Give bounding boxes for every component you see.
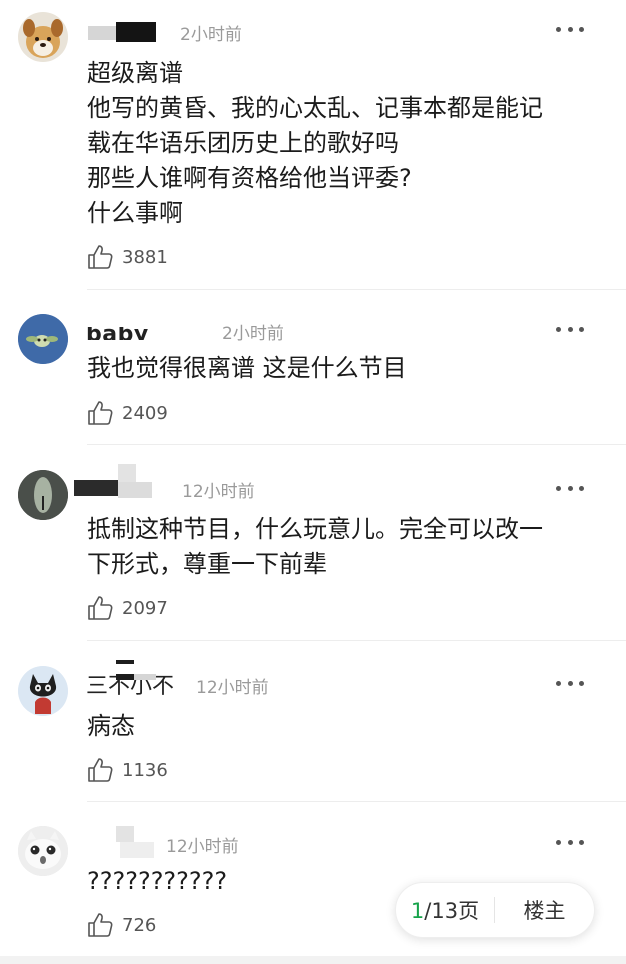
comment-text: 病态 [87,712,135,740]
like-button[interactable]: 726 [87,912,156,938]
username-redaction [86,664,186,674]
more-dots-icon[interactable] [556,483,584,493]
timestamp: 2小时前 [180,25,242,45]
timestamp: 12小时前 [182,482,255,502]
timestamp: 12小时前 [166,837,239,857]
thumbs-up-icon [88,758,113,782]
more-dots-icon[interactable] [556,324,584,334]
like-count: 3881 [122,246,168,268]
username-redaction [116,22,156,42]
comment-text: 抵制这种节目，什么玩意儿。完全可以改一 下形式，尊重一下前辈 [87,515,543,578]
comment-text: 我也觉得很离谱 这是什么节目 [87,354,407,382]
divider [87,444,626,445]
like-count: 726 [122,914,157,936]
divider [87,640,626,641]
total-pages: /13页 [424,899,480,923]
avatar[interactable] [18,314,68,364]
more-dots-icon[interactable] [556,24,584,34]
floating-pager: 1/13页 楼主 [395,882,595,938]
like-count: 1136 [122,759,168,781]
avatar[interactable] [18,666,68,716]
thumbs-up-icon [88,913,113,937]
owner-only-button[interactable]: 楼主 [495,895,594,925]
divider [87,801,626,802]
more-dots-icon[interactable] [556,678,584,688]
username-redaction [88,26,116,40]
like-button[interactable]: 2097 [87,595,168,621]
username[interactable] [86,830,156,852]
timestamp: 2小时前 [222,324,284,344]
avatar[interactable] [18,470,68,520]
thumbs-up-icon [88,401,113,425]
bottom-bar [0,956,626,964]
timestamp: 12小时前 [196,678,269,698]
comment-text: 超级离谱 他写的黄昏、我的心太乱、记事本都是能记 载在华语乐团历史上的歌好吗 那… [87,59,543,227]
avatar[interactable] [18,12,68,62]
more-dots-icon[interactable] [556,837,584,847]
like-count: 2409 [122,402,168,424]
like-button[interactable]: 1136 [87,757,168,783]
thumbs-up-icon [88,245,113,269]
like-button[interactable]: 3881 [87,244,168,270]
like-button[interactable]: 2409 [87,400,168,426]
username-redaction [84,318,214,327]
thumbs-up-icon [88,596,113,620]
username[interactable] [74,470,164,492]
current-page: 1 [410,899,425,923]
divider [87,289,626,290]
avatar[interactable] [18,826,68,876]
page-indicator[interactable]: 1/13页 [396,895,494,925]
like-count: 2097 [122,597,168,619]
